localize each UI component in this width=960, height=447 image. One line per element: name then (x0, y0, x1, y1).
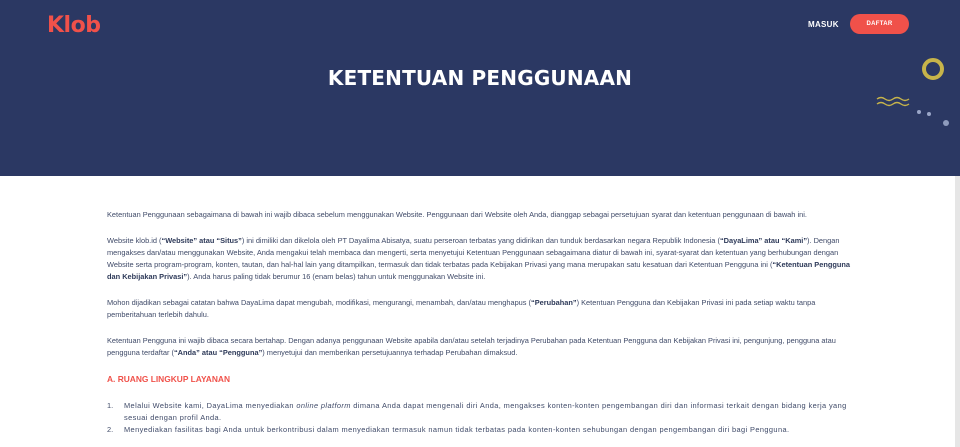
decorative-ring-icon (922, 58, 944, 80)
scope-list: 1. Melalui Website kami, DayaLima menyed… (107, 400, 852, 436)
scrollbar[interactable] (955, 176, 960, 447)
decorative-dot-icon (917, 110, 921, 114)
changes-paragraph: Mohon dijadikan sebagai catatan bahwa Da… (107, 298, 816, 319)
page-title: KETENTUAN PENGGUNAAN (327, 66, 633, 90)
section-title-scope: A. RUANG LINGKUP LAYANAN (107, 374, 231, 384)
intro-paragraph: Ketentuan Penggunaan sebagaimana di bawa… (107, 210, 807, 219)
login-link[interactable]: MASUK (808, 20, 839, 29)
terms-content: Ketentuan Penggunaan sebagaimana di bawa… (107, 209, 852, 436)
decorative-dot-icon (943, 120, 949, 126)
website-ownership-paragraph: Website klob.id (“Website” atau “Situs”)… (107, 236, 851, 281)
hero-banner: Klob MASUK DAFTAR KETENTUAN PENGGUNAAN (0, 0, 960, 176)
decorative-dot-icon (927, 112, 931, 116)
acceptance-paragraph: Ketentuan Pengguna ini wajib dibaca seca… (107, 336, 836, 357)
list-item: 2. Menyediakan fasilitas bagi Anda untuk… (107, 425, 790, 434)
klob-logo[interactable]: Klob (47, 13, 101, 38)
decorative-wave-icon (876, 96, 910, 107)
list-item: 1. Melalui Website kami, DayaLima menyed… (107, 401, 847, 422)
register-button[interactable]: DAFTAR (850, 14, 909, 34)
